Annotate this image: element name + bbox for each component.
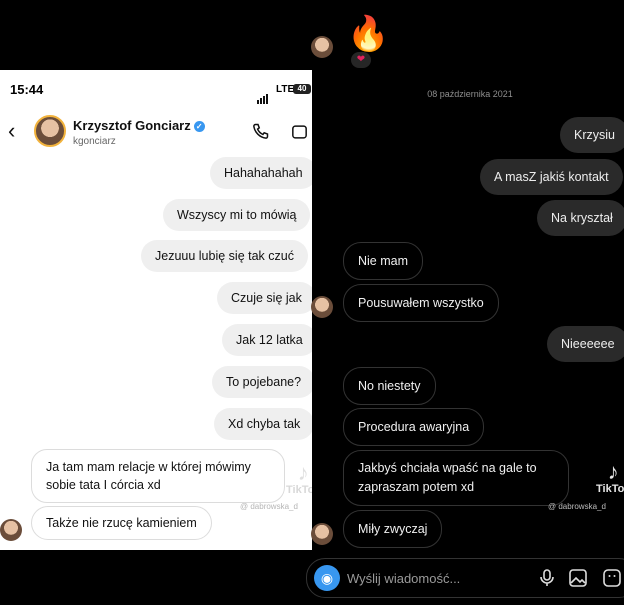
- sent-message[interactable]: Xd chyba tak: [214, 408, 312, 440]
- verified-badge-icon: ✓: [193, 121, 205, 132]
- sent-message[interactable]: Hahahahahah: [210, 157, 312, 189]
- tiktok-logo-icon: ♪: [297, 460, 309, 485]
- phone-call-icon[interactable]: [250, 122, 270, 142]
- avatar[interactable]: [34, 115, 66, 147]
- tiktok-logo-icon: ♪: [607, 459, 619, 484]
- back-arrow-icon[interactable]: ‹: [8, 118, 15, 144]
- sent-message[interactable]: To pojebane?: [212, 366, 312, 398]
- sent-message[interactable]: Krzysiu: [560, 117, 624, 153]
- battery-icon: 40: [293, 84, 311, 94]
- heart-reaction-icon[interactable]: ❤: [351, 52, 371, 68]
- gallery-icon[interactable]: [569, 569, 587, 587]
- avatar: [311, 36, 333, 58]
- tiktok-watermark: ♪ TikTok: [596, 459, 624, 496]
- video-call-icon[interactable]: [292, 123, 312, 141]
- received-message[interactable]: Jakbyś chciała wpaść na gale to zaprasza…: [343, 450, 569, 506]
- date-separator: 08 października 2021: [427, 89, 513, 99]
- contact-name[interactable]: Krzysztof Gonciarz ✓: [73, 118, 205, 133]
- sent-message[interactable]: Jezuuu lubię się tak czuć: [141, 240, 308, 272]
- sent-message[interactable]: A masZ jakiś kontakt: [480, 159, 623, 195]
- message-input[interactable]: [345, 559, 499, 599]
- avatar: [311, 296, 333, 318]
- received-message[interactable]: Ja tam mam relacje w której mówimy sobie…: [31, 449, 285, 503]
- tiktok-watermark-text: TikTok: [286, 484, 312, 496]
- sent-message[interactable]: Czuje się jak: [217, 282, 312, 314]
- received-message[interactable]: Pousuwałem wszystko: [343, 284, 499, 322]
- watermark-user: @ dabrowska_d: [240, 502, 298, 511]
- network-label: LTE: [276, 84, 295, 95]
- contact-name-text: Krzysztof Gonciarz: [73, 118, 191, 133]
- avatar: [0, 519, 22, 541]
- sent-message[interactable]: Jak 12 latka: [222, 324, 312, 356]
- chat-header: ‹ Krzysztof Gonciarz ✓ kgonciarz: [0, 108, 312, 160]
- sent-message[interactable]: Na kryształ: [537, 200, 624, 236]
- reaction-emoji: 🔥: [347, 15, 390, 53]
- status-bar: 15:44 LTE 40: [0, 70, 312, 110]
- avatar: [311, 523, 333, 545]
- received-message[interactable]: No niestety: [343, 367, 436, 405]
- tiktok-watermark-text: TikTok: [596, 483, 624, 495]
- status-time: 15:44: [10, 82, 44, 97]
- sent-message[interactable]: Wszyscy mi to mówią: [163, 199, 311, 231]
- watermark-user: @ dabrowska_d: [548, 502, 606, 511]
- message-composer: ◉: [306, 558, 624, 599]
- left-chat-screenshot: 15:44 LTE 40 ‹ Krzysztof Gonciarz ✓ kgonc…: [0, 70, 312, 550]
- received-message[interactable]: Miły zwyczaj: [343, 510, 443, 548]
- tiktok-watermark: ♪ TikTok: [286, 460, 312, 497]
- received-message[interactable]: Procedura awaryjna: [343, 408, 485, 446]
- microphone-icon[interactable]: [539, 569, 555, 587]
- sticker-icon[interactable]: [603, 569, 621, 587]
- contact-handle: kgonciarz: [73, 136, 116, 147]
- camera-icon[interactable]: ◉: [314, 565, 340, 591]
- signal-icon: [257, 86, 269, 104]
- received-message[interactable]: Także nie rzucę kamieniem: [31, 506, 212, 540]
- sent-message[interactable]: Nieeeeee: [547, 326, 624, 362]
- received-message[interactable]: Nie mam: [343, 242, 424, 280]
